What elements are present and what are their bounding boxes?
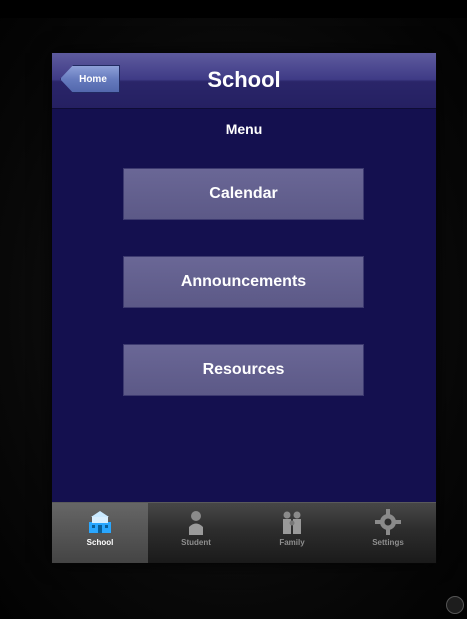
navigation-bar: Home School <box>52 53 436 109</box>
student-icon <box>189 511 203 535</box>
tab-school[interactable]: School <box>52 503 148 563</box>
resources-button[interactable]: Resources <box>123 344 364 396</box>
tab-label-family: Family <box>279 538 305 547</box>
menu-title: Menu <box>225 121 263 137</box>
tab-label-student: Student <box>181 538 211 547</box>
tab-label-school: School <box>86 538 114 547</box>
app-screen: Home School Menu Calendar Announcements … <box>52 53 436 563</box>
tab-label-settings: Settings <box>372 538 404 547</box>
family-icon <box>283 511 301 534</box>
tab-student[interactable]: Student <box>148 503 244 563</box>
tab-family[interactable]: Family <box>244 503 340 563</box>
status-bar <box>0 0 467 18</box>
tab-settings[interactable]: Settings <box>340 503 436 563</box>
device-frame: Home School Menu Calendar Announcements … <box>0 0 467 619</box>
tab-bar: School Student Family Settings <box>52 502 436 563</box>
calendar-button[interactable]: Calendar <box>123 168 364 220</box>
device-home-button[interactable] <box>446 596 464 614</box>
gear-icon <box>375 509 401 535</box>
school-icon <box>89 511 111 533</box>
announcements-button[interactable]: Announcements <box>123 256 364 308</box>
page-title: School <box>207 67 281 92</box>
